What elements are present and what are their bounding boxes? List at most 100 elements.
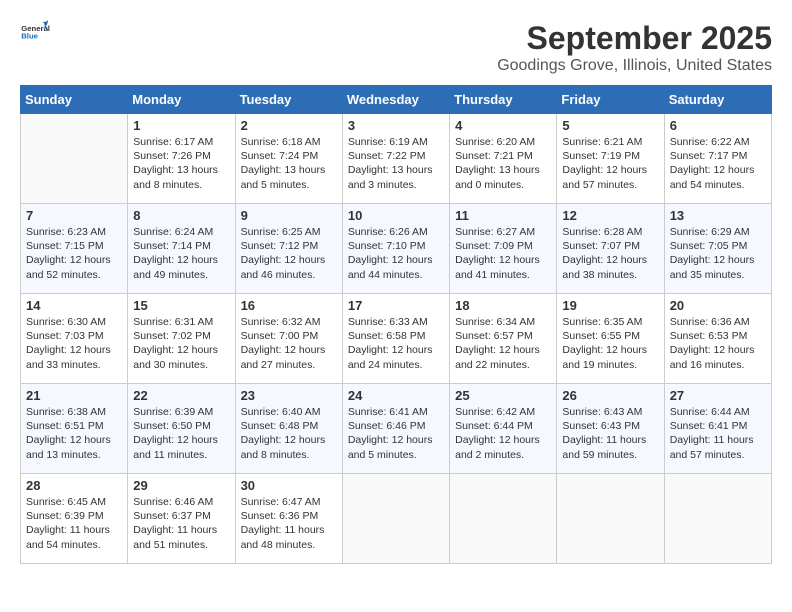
table-cell bbox=[21, 114, 128, 204]
day-info: Sunrise: 6:40 AM Sunset: 6:48 PM Dayligh… bbox=[241, 405, 337, 462]
day-number: 28 bbox=[26, 478, 122, 493]
day-info: Sunrise: 6:43 AM Sunset: 6:43 PM Dayligh… bbox=[562, 405, 658, 462]
day-info: Sunrise: 6:22 AM Sunset: 7:17 PM Dayligh… bbox=[670, 135, 766, 192]
table-cell: 2Sunrise: 6:18 AM Sunset: 7:24 PM Daylig… bbox=[235, 114, 342, 204]
day-number: 1 bbox=[133, 118, 229, 133]
weekday-header-wednesday: Wednesday bbox=[342, 86, 449, 114]
day-number: 23 bbox=[241, 388, 337, 403]
weekday-header-saturday: Saturday bbox=[664, 86, 771, 114]
day-info: Sunrise: 6:35 AM Sunset: 6:55 PM Dayligh… bbox=[562, 315, 658, 372]
table-cell: 17 Sunrise: 6:33 AM Sunset: 6:58 PM Dayli… bbox=[342, 294, 449, 384]
day-number: 26 bbox=[562, 388, 658, 403]
table-cell: 26 Sunrise: 6:43 AM Sunset: 6:43 PM Dayli… bbox=[557, 384, 664, 474]
table-cell: 1Sunrise: 6:17 AM Sunset: 7:26 PM Daylig… bbox=[128, 114, 235, 204]
day-info: Sunrise: 6:32 AM Sunset: 7:00 PM Dayligh… bbox=[241, 315, 337, 372]
day-number: 17 bbox=[348, 298, 444, 313]
week-row-2: 7 Sunrise: 6:23 AM Sunset: 7:15 PM Daylig… bbox=[21, 204, 772, 294]
day-number: 18 bbox=[455, 298, 551, 313]
day-info: Sunrise: 6:44 AM Sunset: 6:41 PM Dayligh… bbox=[670, 405, 766, 462]
day-number: 11 bbox=[455, 208, 551, 223]
month-title: September 2025 bbox=[497, 20, 772, 57]
day-number: 20 bbox=[670, 298, 766, 313]
day-info: Sunrise: 6:26 AM Sunset: 7:10 PM Dayligh… bbox=[348, 225, 444, 282]
day-number: 6 bbox=[670, 118, 766, 133]
day-info: Sunrise: 6:39 AM Sunset: 6:50 PM Dayligh… bbox=[133, 405, 229, 462]
day-info: Sunrise: 6:33 AM Sunset: 6:58 PM Dayligh… bbox=[348, 315, 444, 372]
table-cell: 5Sunrise: 6:21 AM Sunset: 7:19 PM Daylig… bbox=[557, 114, 664, 204]
calendar-table: SundayMondayTuesdayWednesdayThursdayFrid… bbox=[20, 85, 772, 564]
day-number: 9 bbox=[241, 208, 337, 223]
day-info: Sunrise: 6:34 AM Sunset: 6:57 PM Dayligh… bbox=[455, 315, 551, 372]
table-cell: 9 Sunrise: 6:25 AM Sunset: 7:12 PM Daylig… bbox=[235, 204, 342, 294]
day-number: 21 bbox=[26, 388, 122, 403]
table-cell: 19 Sunrise: 6:35 AM Sunset: 6:55 PM Dayli… bbox=[557, 294, 664, 384]
day-info: Sunrise: 6:23 AM Sunset: 7:15 PM Dayligh… bbox=[26, 225, 122, 282]
day-number: 30 bbox=[241, 478, 337, 493]
day-number: 3 bbox=[348, 118, 444, 133]
table-cell: 8 Sunrise: 6:24 AM Sunset: 7:14 PM Daylig… bbox=[128, 204, 235, 294]
day-info: Sunrise: 6:41 AM Sunset: 6:46 PM Dayligh… bbox=[348, 405, 444, 462]
day-number: 27 bbox=[670, 388, 766, 403]
week-row-4: 21 Sunrise: 6:38 AM Sunset: 6:51 PM Dayli… bbox=[21, 384, 772, 474]
table-cell: 11Sunrise: 6:27 AM Sunset: 7:09 PM Dayli… bbox=[450, 204, 557, 294]
weekday-header-friday: Friday bbox=[557, 86, 664, 114]
day-number: 10 bbox=[348, 208, 444, 223]
table-cell: 10 Sunrise: 6:26 AM Sunset: 7:10 PM Dayli… bbox=[342, 204, 449, 294]
page-header: General Blue September 2025 Goodings Gro… bbox=[20, 20, 772, 75]
day-info: Sunrise: 6:25 AM Sunset: 7:12 PM Dayligh… bbox=[241, 225, 337, 282]
day-number: 2 bbox=[241, 118, 337, 133]
table-cell: 3 Sunrise: 6:19 AM Sunset: 7:22 PM Daylig… bbox=[342, 114, 449, 204]
title-block: September 2025 Goodings Grove, Illinois,… bbox=[497, 20, 772, 75]
table-cell: 16 Sunrise: 6:32 AM Sunset: 7:00 PM Dayli… bbox=[235, 294, 342, 384]
week-row-3: 14Sunrise: 6:30 AM Sunset: 7:03 PM Dayli… bbox=[21, 294, 772, 384]
table-cell: 29 Sunrise: 6:46 AM Sunset: 6:37 PM Dayli… bbox=[128, 474, 235, 564]
table-cell bbox=[342, 474, 449, 564]
day-number: 15 bbox=[133, 298, 229, 313]
table-cell: 25 Sunrise: 6:42 AM Sunset: 6:44 PM Dayli… bbox=[450, 384, 557, 474]
table-cell: 12 Sunrise: 6:28 AM Sunset: 7:07 PM Dayli… bbox=[557, 204, 664, 294]
table-cell bbox=[450, 474, 557, 564]
day-info: Sunrise: 6:38 AM Sunset: 6:51 PM Dayligh… bbox=[26, 405, 122, 462]
day-number: 29 bbox=[133, 478, 229, 493]
day-info: Sunrise: 6:29 AM Sunset: 7:05 PM Dayligh… bbox=[670, 225, 766, 282]
day-number: 12 bbox=[562, 208, 658, 223]
location-title: Goodings Grove, Illinois, United States bbox=[497, 57, 772, 75]
day-info: Sunrise: 6:24 AM Sunset: 7:14 PM Dayligh… bbox=[133, 225, 229, 282]
table-cell: 23 Sunrise: 6:40 AM Sunset: 6:48 PM Dayli… bbox=[235, 384, 342, 474]
weekday-header-sunday: Sunday bbox=[21, 86, 128, 114]
day-info: Sunrise: 6:20 AM Sunset: 7:21 PM Dayligh… bbox=[455, 135, 551, 192]
week-row-5: 28 Sunrise: 6:45 AM Sunset: 6:39 PM Dayli… bbox=[21, 474, 772, 564]
table-cell: 7 Sunrise: 6:23 AM Sunset: 7:15 PM Daylig… bbox=[21, 204, 128, 294]
day-number: 8 bbox=[133, 208, 229, 223]
day-info: Sunrise: 6:30 AM Sunset: 7:03 PM Dayligh… bbox=[26, 315, 122, 372]
table-cell: 20Sunrise: 6:36 AM Sunset: 6:53 PM Dayli… bbox=[664, 294, 771, 384]
table-cell: 22 Sunrise: 6:39 AM Sunset: 6:50 PM Dayli… bbox=[128, 384, 235, 474]
day-number: 5 bbox=[562, 118, 658, 133]
svg-text:Blue: Blue bbox=[21, 32, 38, 41]
table-cell: 14Sunrise: 6:30 AM Sunset: 7:03 PM Dayli… bbox=[21, 294, 128, 384]
weekday-header-row: SundayMondayTuesdayWednesdayThursdayFrid… bbox=[21, 86, 772, 114]
weekday-header-monday: Monday bbox=[128, 86, 235, 114]
table-cell: 18 Sunrise: 6:34 AM Sunset: 6:57 PM Dayli… bbox=[450, 294, 557, 384]
day-number: 16 bbox=[241, 298, 337, 313]
day-number: 25 bbox=[455, 388, 551, 403]
day-number: 13 bbox=[670, 208, 766, 223]
day-number: 7 bbox=[26, 208, 122, 223]
table-cell bbox=[664, 474, 771, 564]
table-cell: 24Sunrise: 6:41 AM Sunset: 6:46 PM Dayli… bbox=[342, 384, 449, 474]
weekday-header-tuesday: Tuesday bbox=[235, 86, 342, 114]
logo-icon: General Blue bbox=[20, 20, 50, 42]
day-info: Sunrise: 6:19 AM Sunset: 7:22 PM Dayligh… bbox=[348, 135, 444, 192]
day-number: 22 bbox=[133, 388, 229, 403]
table-cell bbox=[557, 474, 664, 564]
table-cell: 30Sunrise: 6:47 AM Sunset: 6:36 PM Dayli… bbox=[235, 474, 342, 564]
day-info: Sunrise: 6:31 AM Sunset: 7:02 PM Dayligh… bbox=[133, 315, 229, 372]
day-info: Sunrise: 6:28 AM Sunset: 7:07 PM Dayligh… bbox=[562, 225, 658, 282]
day-info: Sunrise: 6:46 AM Sunset: 6:37 PM Dayligh… bbox=[133, 495, 229, 552]
day-info: Sunrise: 6:42 AM Sunset: 6:44 PM Dayligh… bbox=[455, 405, 551, 462]
weekday-header-thursday: Thursday bbox=[450, 86, 557, 114]
logo: General Blue bbox=[20, 20, 50, 42]
table-cell: 27 Sunrise: 6:44 AM Sunset: 6:41 PM Dayli… bbox=[664, 384, 771, 474]
day-info: Sunrise: 6:45 AM Sunset: 6:39 PM Dayligh… bbox=[26, 495, 122, 552]
day-number: 19 bbox=[562, 298, 658, 313]
